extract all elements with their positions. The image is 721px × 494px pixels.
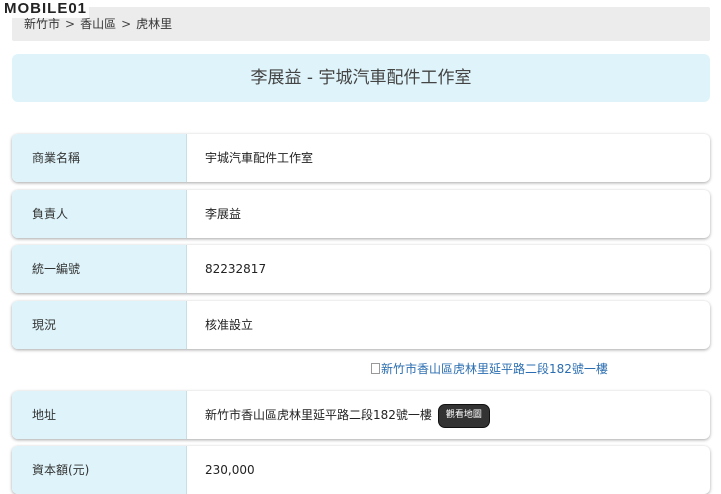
address-text: 新竹市香山區虎林里延平路二段182號一樓 [205, 408, 432, 422]
row-value: 新竹市香山區虎林里延平路二段182號一樓 觀看地圖 [205, 391, 710, 439]
page-title: 李展益 - 宇城汽車配件工作室 [12, 54, 710, 102]
view-map-button[interactable]: 觀看地圖 [437, 403, 490, 428]
broken-image-icon [371, 363, 380, 374]
info-row-address: 地址 新竹市香山區虎林里延平路二段182號一樓 觀看地圖 [12, 391, 710, 439]
row-label: 資本額(元) [12, 446, 187, 494]
row-value: 230,000 [205, 463, 255, 477]
row-label: 商業名稱 [12, 134, 187, 182]
info-row-status: 現況 核准設立 [12, 301, 710, 349]
map-image-link[interactable]: 新竹市香山區虎林里延平路二段182號一樓 [371, 361, 608, 377]
row-label: 地址 [12, 391, 187, 439]
row-value: 核准設立 [205, 318, 254, 332]
logo-text: MOBILE01 [4, 0, 88, 17]
info-row-business-name: 商業名稱 宇城汽車配件工作室 [12, 134, 710, 182]
site-logo[interactable]: MOBILE01 [2, 0, 90, 18]
breadcrumb: 新竹市 > 香山區 > 虎林里 [12, 7, 710, 41]
row-label: 負責人 [12, 190, 187, 238]
info-row-tax-id: 統一編號 82232817 [12, 245, 710, 293]
breadcrumb-item-district[interactable]: 香山區 [80, 17, 116, 31]
row-value: 82232817 [205, 262, 267, 276]
row-value: 宇城汽車配件工作室 [205, 151, 314, 165]
row-label: 現況 [12, 301, 187, 349]
breadcrumb-separator: > [65, 17, 76, 31]
info-row-responsible-person: 負責人 李展益 [12, 190, 710, 238]
breadcrumb-separator: > [121, 17, 132, 31]
map-image-alt-text: 新竹市香山區虎林里延平路二段182號一樓 [381, 362, 608, 376]
row-value: 李展益 [205, 207, 242, 221]
breadcrumb-item-city[interactable]: 新竹市 [24, 17, 60, 31]
row-label: 統一編號 [12, 245, 187, 293]
info-row-capital: 資本額(元) 230,000 [12, 446, 710, 494]
breadcrumb-item-village: 虎林里 [136, 17, 173, 31]
